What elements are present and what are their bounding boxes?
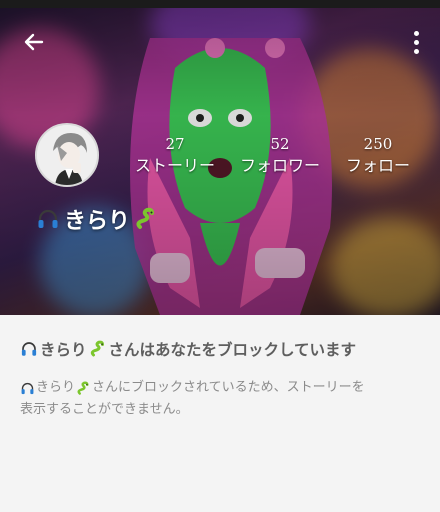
profile-name-text: きらり <box>64 209 131 234</box>
snake-icon <box>76 381 91 396</box>
headphones-icon <box>20 381 35 396</box>
stat-stories[interactable]: 27 ストーリー <box>130 133 220 176</box>
profile-avatar[interactable] <box>35 123 99 187</box>
followers-label: フォロワー <box>239 156 320 175</box>
snake-icon <box>134 207 158 231</box>
blocked-body-line-1: きらり さんにブロックされているため、ストーリーを <box>20 377 420 399</box>
blocked-body: きらり さんにブロックされているため、ストーリーを 表示することができません。 <box>20 377 420 421</box>
blocked-body-line-2: 表示することができません。 <box>20 402 189 417</box>
blocked-body-name: きらり <box>36 380 76 395</box>
snake-icon <box>89 340 107 358</box>
stat-following[interactable]: 250 フォロー <box>338 133 418 176</box>
more-vertical-icon <box>413 30 419 36</box>
stat-followers[interactable]: 52 フォロワー <box>232 133 328 176</box>
stories-label: ストーリー <box>134 156 215 175</box>
blocked-title-text: さんはあなたをブロックしています <box>108 341 357 359</box>
headphones-icon <box>36 207 60 231</box>
back-button[interactable] <box>18 26 50 58</box>
blocked-title-name: きらり <box>40 341 87 359</box>
blocked-title: きらり さんはあなたをブロックしています <box>20 339 356 359</box>
more-options-button[interactable] <box>406 26 426 58</box>
arrow-left-icon <box>24 33 44 51</box>
blocked-body-text-1: さんにブロックされているため、ストーリーを <box>92 380 365 395</box>
followers-count: 52 <box>270 135 290 153</box>
stories-count: 27 <box>165 135 185 153</box>
headphones-icon <box>20 340 38 358</box>
status-bar <box>0 0 440 8</box>
following-count: 250 <box>363 135 393 153</box>
profile-name: きらり <box>36 204 158 234</box>
following-label: フォロー <box>345 156 410 175</box>
